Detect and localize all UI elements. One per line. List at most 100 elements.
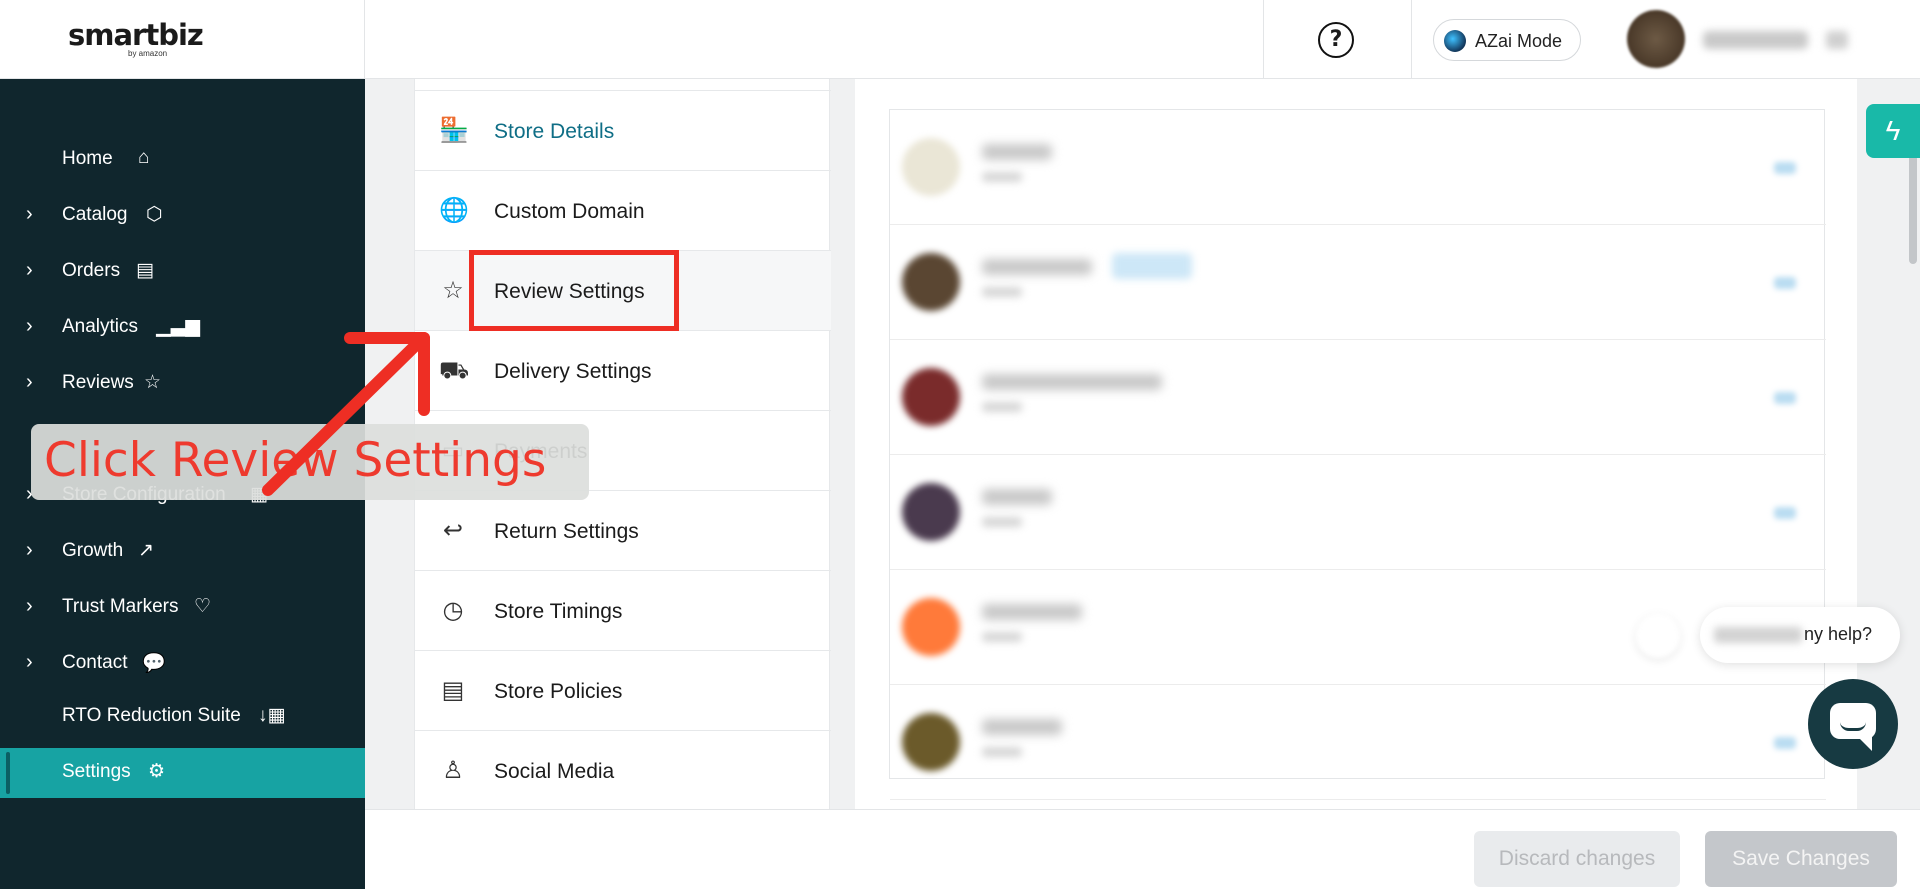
settings-item-store-policies[interactable]: ▤ Store Policies — [415, 651, 831, 731]
chevron-right-icon: › — [26, 259, 33, 281]
review-row[interactable] — [890, 570, 1826, 685]
chat-prompt-bubble[interactable]: ny help? — [1700, 607, 1900, 663]
quick-action-bolt-icon[interactable]: ϟ — [1866, 104, 1920, 158]
review-meta-redacted — [982, 517, 1022, 527]
save-changes-button[interactable]: Save Changes — [1705, 831, 1897, 887]
review-meta-redacted — [982, 402, 1022, 412]
sidebar-item-label: Catalog — [62, 204, 128, 225]
help-icon[interactable]: ? — [1318, 22, 1354, 58]
settings-item-label: Review Settings — [494, 280, 645, 303]
settings-item-label: Custom Domain — [494, 200, 645, 223]
chevron-right-icon: › — [26, 371, 33, 393]
settings-item-label: Store Timings — [494, 600, 623, 623]
sidebar-item-label: Settings — [62, 761, 131, 782]
bar-chart-icon: ▁▃▆ — [156, 316, 200, 337]
review-action-redacted[interactable] — [1774, 392, 1796, 404]
chat-prompt-redacted — [1714, 627, 1802, 643]
reviewer-name-redacted — [982, 144, 1052, 160]
top-bar: smartbiz by amazon ? AZai Mode — [0, 0, 1920, 79]
chat-close-button[interactable] — [1636, 614, 1680, 658]
document-icon: ▤ — [441, 677, 465, 704]
chevron-right-icon: › — [26, 595, 33, 617]
storefront-icon: 🏪 — [439, 117, 469, 144]
review-action-redacted[interactable] — [1774, 162, 1796, 174]
azai-mode-button[interactable]: AZai Mode — [1433, 19, 1581, 61]
review-row[interactable] — [890, 340, 1826, 455]
reviewer-name-redacted — [982, 604, 1082, 620]
settings-item-label: Store Policies — [494, 680, 623, 703]
review-action-redacted[interactable] — [1774, 277, 1796, 289]
reviewer-avatar — [902, 138, 960, 196]
home-icon: ⌂ — [138, 147, 150, 168]
settings-item-review-settings[interactable]: ☆ Review Settings — [415, 251, 831, 331]
user-name-redacted — [1703, 31, 1808, 49]
reviewer-avatar — [902, 253, 960, 311]
sidebar-item-settings[interactable]: Settings ⚙ — [0, 748, 365, 798]
sidebar-item-analytics[interactable]: › Analytics ▁▃▆ — [0, 303, 365, 353]
bottom-action-bar: Discard changes Save Changes — [365, 809, 1920, 889]
reviews-content-panel — [855, 79, 1857, 809]
settings-item-store-timings[interactable]: ◷ Store Timings — [415, 571, 831, 651]
sidebar-item-orders[interactable]: › Orders ▤ — [0, 247, 365, 297]
sidebar-item-label: Home — [62, 148, 113, 169]
review-row[interactable] — [890, 225, 1826, 340]
settings-item-custom-domain[interactable]: 🌐 Custom Domain — [415, 171, 831, 251]
sidebar-item-home[interactable]: Home ⌂ — [0, 135, 365, 185]
sidebar-item-label: RTO Reduction Suite — [62, 705, 241, 726]
settings-item-label: Delivery Settings — [494, 360, 652, 383]
sort-icon: ↓▦ — [258, 705, 286, 726]
chat-bubble-icon — [1830, 703, 1876, 751]
review-meta-redacted — [982, 747, 1022, 757]
annotation-callout-text: Click Review Settings — [44, 433, 547, 488]
discard-changes-button[interactable]: Discard changes — [1474, 831, 1680, 887]
top-divider — [1263, 0, 1264, 79]
sidebar-item-contact[interactable]: › Contact 💬 — [0, 639, 365, 689]
brand-subtitle: by amazon — [128, 49, 168, 58]
sidebar-item-trust-markers[interactable]: › Trust Markers ♡ — [0, 583, 365, 633]
review-list — [889, 109, 1826, 800]
reviewer-avatar — [902, 483, 960, 541]
settings-item-label: Return Settings — [494, 520, 639, 543]
sidebar-item-label: Analytics — [62, 316, 139, 337]
settings-item-return-settings[interactable]: ↩ Return Settings — [415, 491, 831, 571]
review-meta-redacted — [982, 172, 1022, 182]
clipboard-icon: ▤ — [136, 260, 154, 281]
truck-icon: ⛟ — [439, 357, 470, 384]
reviewer-name-redacted — [982, 259, 1092, 275]
azai-logo-icon — [1444, 30, 1466, 52]
sidebar-item-label: Contact — [62, 652, 128, 673]
user-menu-chevron-icon[interactable] — [1826, 31, 1848, 49]
reviewer-name-redacted — [982, 489, 1052, 505]
settings-item-delivery-settings[interactable]: ⛟ Delivery Settings — [415, 331, 831, 411]
review-action-redacted[interactable] — [1774, 737, 1796, 749]
sidebar-item-catalog[interactable]: › Catalog ⬡ — [0, 191, 365, 241]
gear-icon: ⚙ — [148, 761, 166, 782]
settings-item-social-media[interactable]: ♙ Social Media — [415, 731, 831, 811]
review-action-redacted[interactable] — [1774, 507, 1796, 519]
settings-item-store-details[interactable]: 🏪 Store Details — [415, 91, 831, 171]
brand-logo[interactable]: smartbiz — [68, 18, 204, 52]
trend-up-icon: ↗ — [138, 540, 154, 561]
top-divider — [1411, 0, 1412, 79]
reviewer-avatar — [902, 368, 960, 426]
reviewer-avatar — [902, 713, 960, 771]
brand-area: smartbiz by amazon — [0, 0, 365, 79]
sidebar-item-growth[interactable]: › Growth ↗ — [0, 527, 365, 577]
sidebar-item-reviews[interactable]: › Reviews ☆ — [0, 359, 365, 409]
chat-launcher-button[interactable] — [1808, 679, 1898, 769]
review-meta-redacted — [982, 632, 1022, 642]
review-row[interactable] — [890, 110, 1826, 225]
review-meta-redacted — [982, 287, 1022, 297]
user-heart-icon: ♙ — [442, 757, 464, 784]
review-row[interactable] — [890, 455, 1826, 570]
azai-mode-label: AZai Mode — [1475, 31, 1563, 51]
star-icon: ☆ — [144, 372, 162, 393]
cube-icon: ⬡ — [146, 204, 163, 225]
settings-item-label: Social Media — [494, 760, 615, 783]
user-avatar[interactable] — [1627, 10, 1685, 68]
review-row[interactable] — [890, 685, 1826, 800]
chat-prompt-text: ny help? — [1804, 624, 1873, 644]
sidebar-item-label: Reviews — [62, 372, 134, 393]
chevron-right-icon: › — [26, 315, 33, 337]
sidebar-item-rto-reduction-suite[interactable]: RTO Reduction Suite ↓▦ — [0, 692, 365, 742]
